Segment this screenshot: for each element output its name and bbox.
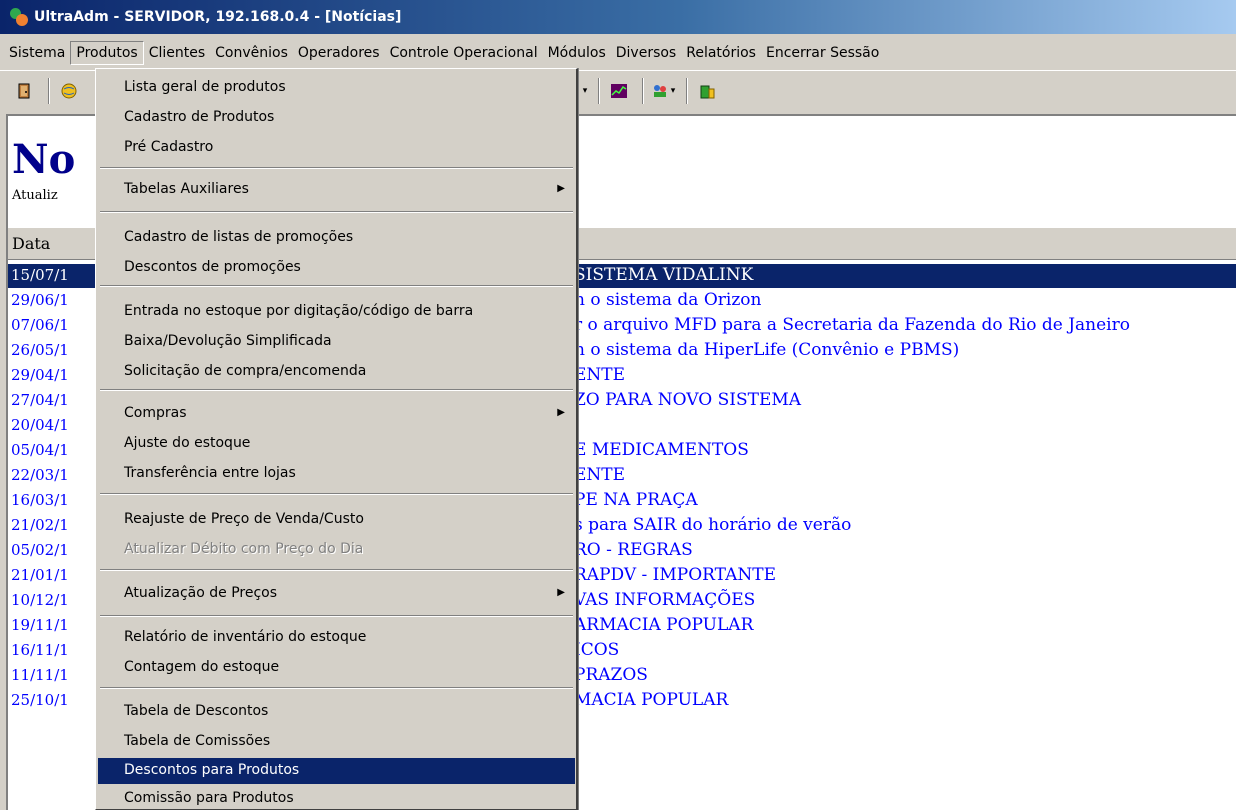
menu-item-lista-geral-produtos[interactable]: Lista geral de produtos [98,75,575,101]
menu-separator [100,389,573,391]
toolbar-separator [642,77,644,104]
menu-item-contagem-estoque[interactable]: Contagem do estoque [98,655,575,681]
menu-separator [100,569,573,571]
submenu-arrow-icon: ▶ [557,183,565,194]
menu-separator [100,211,573,213]
menu-item-transferencia-lojas[interactable]: Transferência entre lojas [98,461,575,487]
menu-sistema[interactable]: Sistema [4,42,70,64]
people-icon[interactable]: ▾ [650,79,676,103]
menu-item-descontos-produtos[interactable]: Descontos para Produtos [98,758,575,784]
menu-operadores[interactable]: Operadores [293,42,385,64]
column-header-date[interactable]: Data [12,234,50,253]
menu-item-entrada-estoque[interactable]: Entrada no estoque por digitação/código … [98,299,575,325]
menu-item-pre-cadastro[interactable]: Pré Cadastro [98,135,575,161]
menu-clientes[interactable]: Clientes [144,42,210,64]
menu-item-relatorio-inventario[interactable]: Relatório de inventário do estoque [98,625,575,651]
menu-item-compras[interactable]: Compras ▶ [98,401,575,427]
app-icon [10,8,28,26]
menu-item-tabela-descontos[interactable]: Tabela de Descontos [98,699,575,725]
exit-door-icon[interactable] [12,79,38,103]
menu-relatorios[interactable]: Relatórios [681,42,761,64]
line-chart-icon[interactable] [606,79,632,103]
menu-produtos[interactable]: Produtos [70,41,144,65]
menu-bar: Sistema Produtos Clientes Convênios Oper… [0,38,1236,68]
window-title: UltraAdm - SERVIDOR, 192.168.0.4 - [Notí… [34,9,402,25]
globe-icon[interactable] [56,79,82,103]
menu-item-atualizar-debito: Atualizar Débito com Preço do Dia [124,541,364,557]
toolbar-separator [598,77,600,104]
title-bar: UltraAdm - SERVIDOR, 192.168.0.4 - [Notí… [0,0,1236,34]
menu-item-baixa-devolucao[interactable]: Baixa/Devolução Simplificada [98,329,575,355]
page-subtitle: Atualiz [12,188,58,203]
menu-item-cadastro-listas-promocoes[interactable]: Cadastro de listas de promoções [98,225,575,251]
produtos-dropdown-menu: Lista geral de produtos Cadastro de Prod… [95,68,578,810]
menu-separator [100,615,573,617]
menu-separator [100,493,573,495]
menu-controle-operacional[interactable]: Controle Operacional [385,42,543,64]
menu-encerrar-sessao[interactable]: Encerrar Sessão [761,42,884,64]
menu-item-comissao-produtos[interactable]: Comissão para Produtos [98,786,575,810]
menu-modulos[interactable]: Módulos [543,42,611,64]
menu-item-tabelas-auxiliares[interactable]: Tabelas Auxiliares ▶ [98,177,575,203]
toolbar-separator [686,77,688,104]
page-title: No [12,136,76,183]
menu-convenios[interactable]: Convênios [210,42,293,64]
menu-separator [100,285,573,287]
menu-item-reajuste-preco[interactable]: Reajuste de Preço de Venda/Custo [98,507,575,533]
menu-item-atualizacao-precos[interactable]: Atualização de Preços ▶ [98,581,575,607]
toolbar-separator [48,77,50,104]
menu-item-cadastro-produtos[interactable]: Cadastro de Produtos [98,105,575,131]
menu-item-ajuste-estoque[interactable]: Ajuste do estoque [98,431,575,457]
menu-item-solicitacao-compra[interactable]: Solicitação de compra/encomenda [98,359,575,385]
building-icon[interactable] [694,79,720,103]
menu-item-descontos-promocoes[interactable]: Descontos de promoções [98,255,575,281]
menu-diversos[interactable]: Diversos [611,42,681,64]
menu-separator [100,167,573,169]
submenu-arrow-icon: ▶ [557,407,565,418]
menu-separator [100,687,573,689]
menu-item-tabela-comissoes[interactable]: Tabela de Comissões [98,729,575,755]
submenu-arrow-icon: ▶ [557,587,565,598]
